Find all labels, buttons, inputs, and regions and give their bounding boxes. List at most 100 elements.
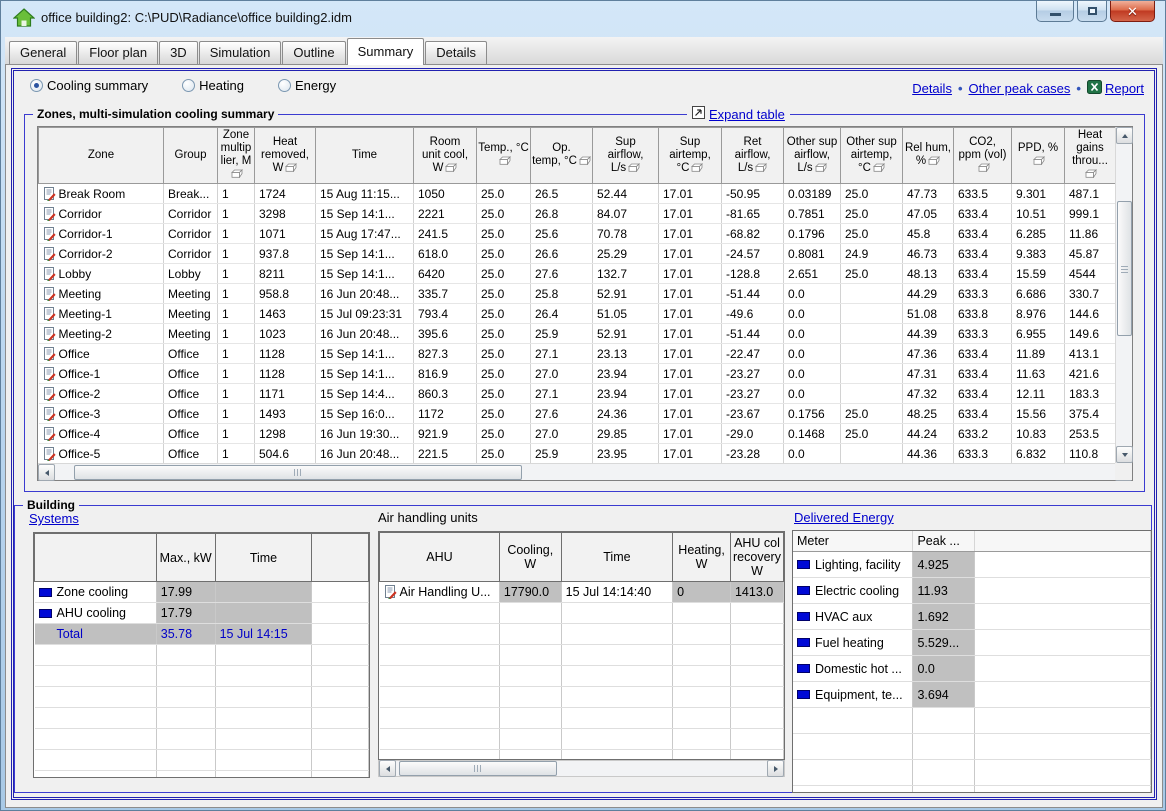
column-header-op[interactable]: Op. temp, °C [531, 128, 593, 184]
tab-details[interactable]: Details [425, 41, 487, 64]
zone-name-cell[interactable]: Office [39, 344, 164, 364]
meter-label-cell[interactable]: HVAC aux [793, 604, 913, 630]
meter-label-cell[interactable]: Electric cooling [793, 578, 913, 604]
zone-name: Lobby [59, 267, 92, 281]
zone-edit-icon[interactable] [43, 247, 56, 261]
meter-label-cell[interactable]: Fuel heating [793, 630, 913, 656]
scroll-down-button[interactable] [1116, 446, 1133, 463]
h-scroll-thumb[interactable] [399, 761, 557, 776]
scroll-right-button[interactable] [767, 760, 784, 777]
zone-edit-icon[interactable] [43, 347, 56, 361]
column-header-rel-hum[interactable]: Rel hum, % [903, 128, 954, 184]
zone-name-cell[interactable]: Meeting-1 [39, 304, 164, 324]
column-header-other-sup[interactable]: Other sup airtemp, °C [841, 128, 903, 184]
title-bar[interactable]: office building2: C:\PUD\Radiance\office… [1, 1, 1165, 37]
table-cell: -23.28 [722, 444, 784, 464]
delivered-energy-link[interactable]: Delivered Energy [794, 510, 894, 525]
link-details[interactable]: Details [912, 81, 952, 96]
column-header-zone[interactable]: Zone [39, 128, 164, 184]
link-report[interactable]: Report [1105, 81, 1144, 96]
ahu-h-scrollbar[interactable] [378, 760, 785, 777]
table-cell: 6.832 [1012, 444, 1065, 464]
table-cell: -68.82 [722, 224, 784, 244]
tab-simulation[interactable]: Simulation [199, 41, 282, 64]
zone-edit-icon[interactable] [43, 267, 56, 281]
zone-name-cell[interactable]: Office-2 [39, 384, 164, 404]
ahu-edit-icon[interactable] [384, 585, 397, 599]
radio-energy[interactable]: Energy [278, 78, 336, 93]
column-header-heat[interactable]: Heat removed, W [255, 128, 316, 184]
zone-edit-icon[interactable] [43, 447, 56, 461]
column-header-co2[interactable]: CO2, ppm (vol) [954, 128, 1012, 184]
zone-edit-icon[interactable] [43, 307, 56, 321]
table-cell: 27.0 [531, 424, 593, 444]
scroll-left-button[interactable] [38, 464, 55, 481]
empty-cell [312, 666, 369, 687]
zone-name-cell[interactable]: Break Room [39, 184, 164, 204]
radio-cooling-summary[interactable]: Cooling summary [30, 78, 148, 93]
zone-name-cell[interactable]: Corridor-2 [39, 244, 164, 264]
zone-edit-icon[interactable] [43, 407, 56, 421]
systems-link[interactable]: Systems [29, 511, 79, 526]
zone-name-cell[interactable]: Meeting [39, 284, 164, 304]
column-header-sup[interactable]: Sup airtemp, °C [659, 128, 722, 184]
ahu-name-cell[interactable]: Air Handling U... [380, 582, 500, 603]
meter-peak-cell: 4.925 [913, 552, 975, 578]
column-header-time[interactable]: Time [316, 128, 414, 184]
zone-name-cell[interactable]: Meeting-2 [39, 324, 164, 344]
column-header-temp-c[interactable]: Temp., °C [477, 128, 531, 184]
zone-edit-icon[interactable] [43, 187, 56, 201]
zone-edit-icon[interactable] [43, 227, 56, 241]
meter-row: Domestic hot ...0.0 [793, 656, 1151, 682]
zones-h-scrollbar[interactable] [38, 463, 1132, 480]
scroll-left-button[interactable] [379, 760, 396, 777]
close-button[interactable]: ✕ [1110, 1, 1155, 22]
zone-edit-icon[interactable] [43, 387, 56, 401]
zone-name-cell[interactable]: Lobby [39, 264, 164, 284]
zones-header-row: ZoneGroupZone multip lier, MHeat removed… [39, 128, 1116, 184]
column-header-other-sup[interactable]: Other sup airflow, L/s [784, 128, 841, 184]
tab-floor-plan[interactable]: Floor plan [78, 41, 158, 64]
column-header-room[interactable]: Room unit cool, W [414, 128, 477, 184]
column-header-group[interactable]: Group [164, 128, 218, 184]
systems-label-cell[interactable]: Total [35, 624, 157, 645]
expand-table-link[interactable]: Expand table [709, 107, 785, 122]
zones-v-scrollbar[interactable] [1115, 127, 1132, 463]
tab-general[interactable]: General [9, 41, 77, 64]
zone-name-cell[interactable]: Corridor-1 [39, 224, 164, 244]
column-header-ppd[interactable]: PPD, % [1012, 128, 1065, 184]
minimize-button[interactable] [1036, 1, 1074, 22]
link-other-peak-cases[interactable]: Other peak cases [969, 81, 1071, 96]
scroll-up-button[interactable] [1116, 127, 1133, 144]
systems-max-cell: 17.99 [156, 582, 215, 603]
zone-name-cell[interactable]: Office-3 [39, 404, 164, 424]
column-header-zone[interactable]: Zone multip lier, M [218, 128, 255, 184]
zone-edit-icon[interactable] [43, 207, 56, 221]
expand-icon[interactable] [692, 106, 705, 122]
meter-label-cell[interactable]: Domestic hot ... [793, 656, 913, 682]
tab-outline[interactable]: Outline [282, 41, 345, 64]
zone-edit-icon[interactable] [43, 427, 56, 441]
column-header-ret[interactable]: Ret airflow, L/s [722, 128, 784, 184]
zone-name-cell[interactable]: Office-1 [39, 364, 164, 384]
column-header-sup[interactable]: Sup airflow, L/s [593, 128, 659, 184]
zone-edit-icon[interactable] [43, 287, 56, 301]
empty-cell [215, 687, 312, 708]
tab-summary[interactable]: Summary [347, 38, 425, 65]
zone-edit-icon[interactable] [43, 327, 56, 341]
zone-edit-icon[interactable] [43, 367, 56, 381]
zone-name-cell[interactable]: Corridor [39, 204, 164, 224]
table-cell: 0.0 [784, 324, 841, 344]
zone-name-cell[interactable]: Office-5 [39, 444, 164, 464]
systems-label-cell[interactable]: AHU cooling [35, 603, 157, 624]
h-scroll-thumb[interactable] [74, 465, 522, 480]
zone-name-cell[interactable]: Office-4 [39, 424, 164, 444]
meter-label-cell[interactable]: Equipment, te... [793, 682, 913, 708]
radio-heating[interactable]: Heating [182, 78, 244, 93]
v-scroll-thumb[interactable] [1117, 201, 1132, 336]
meter-label-cell[interactable]: Lighting, facility [793, 552, 913, 578]
systems-label-cell[interactable]: Zone cooling [35, 582, 157, 603]
column-header-heat[interactable]: Heat gains throu... [1065, 128, 1116, 184]
tab-3d[interactable]: 3D [159, 41, 198, 64]
maximize-button[interactable] [1077, 1, 1107, 22]
